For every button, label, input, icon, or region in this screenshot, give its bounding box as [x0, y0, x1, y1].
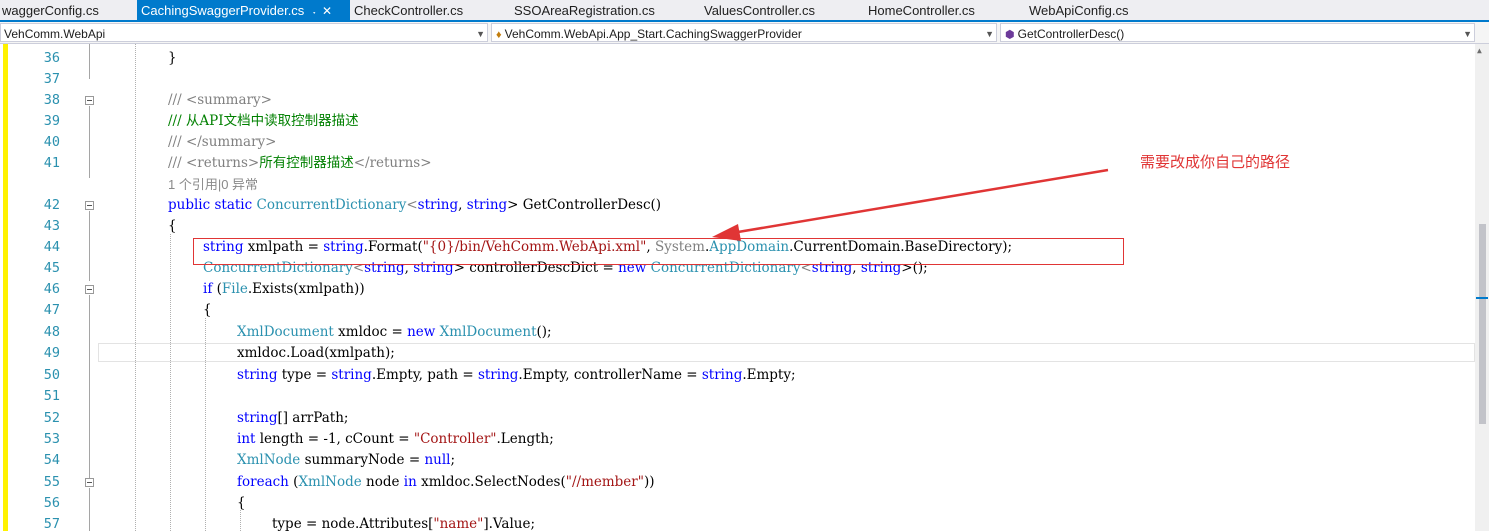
scrollbar-thumb[interactable] [1479, 224, 1486, 424]
scroll-up-icon[interactable]: ▲ [1477, 46, 1482, 55]
annotation-text: 需要改成你自己的路径 [1140, 154, 1291, 171]
caret-position-marker [1476, 297, 1488, 299]
annotation-arrow [712, 168, 1109, 241]
vertical-scrollbar[interactable]: ▲ [1475, 44, 1489, 531]
